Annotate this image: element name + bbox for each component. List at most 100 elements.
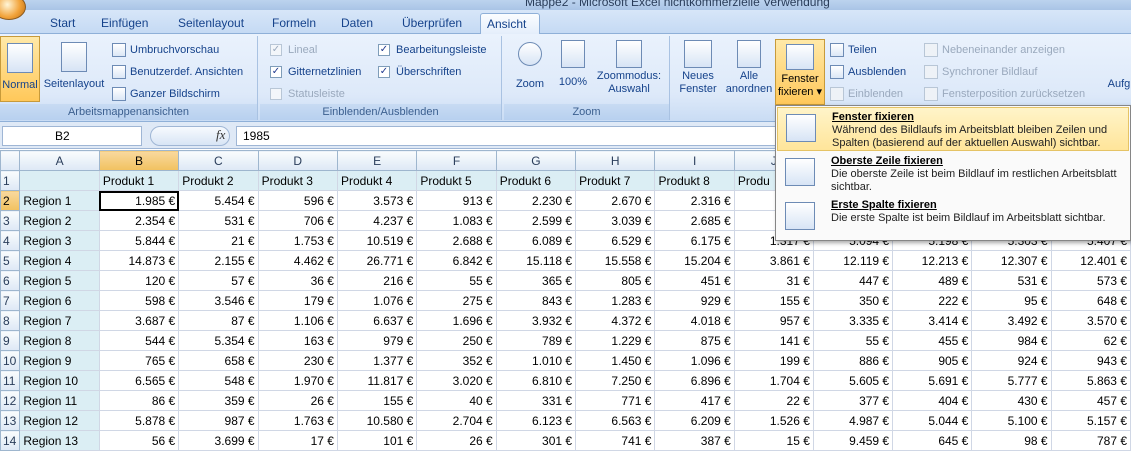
cell[interactable]: 26.771 € [336,250,418,271]
cell[interactable]: 230 € [257,350,338,371]
row-label-cell[interactable]: Region 8 [19,330,100,351]
gitternetzlinien-checkbox[interactable]: ✓ Gitternetzlinien [268,62,361,82]
einblenden-button[interactable]: Einblenden [828,84,903,104]
cell[interactable]: 1.229 € [575,330,656,351]
cell[interactable]: Produkt 4 [336,170,418,191]
cell[interactable]: 95 € [971,290,1052,311]
row-header[interactable]: 8 [0,310,21,331]
cell[interactable]: Produkt 3 [257,170,338,191]
tab-start[interactable]: Start [44,13,81,34]
column-header[interactable]: A [19,150,100,171]
tab-daten[interactable]: Daten [335,13,379,34]
aufgabenbereich-button[interactable]: Aufg [1104,78,1131,91]
cell[interactable]: Produkt 8 [654,170,735,191]
cell[interactable]: 1.763 € [257,410,338,431]
alle-anordnen-button[interactable]: Alle anordnen [724,40,774,102]
cell[interactable]: 648 € [1050,290,1131,311]
cell[interactable]: 924 € [971,350,1052,371]
cell[interactable]: 6.089 € [495,230,577,251]
cell[interactable]: 5.044 € [892,410,973,431]
ausblenden-button[interactable]: Ausblenden [828,62,906,82]
cell[interactable]: 3.687 € [98,310,180,331]
cell[interactable]: 741 € [575,430,656,451]
cell[interactable]: 387 € [654,430,735,451]
cell[interactable]: 531 € [971,270,1052,291]
cell[interactable]: 4.237 € [336,210,418,231]
cell[interactable]: 3.414 € [892,310,973,331]
cell[interactable]: 301 € [495,430,577,451]
row-header[interactable]: 12 [0,390,21,411]
cell[interactable]: Produkt 1 [98,170,180,191]
cell[interactable]: 417 € [654,390,735,411]
cell[interactable]: 11.817 € [336,370,418,391]
cell[interactable]: 3.335 € [812,310,894,331]
normal-view-button[interactable]: Normal [0,36,40,102]
cell[interactable]: 2.230 € [495,190,577,211]
cell[interactable]: 9.459 € [812,430,894,451]
cell[interactable]: 2.670 € [575,190,656,211]
column-header[interactable]: E [336,150,418,171]
cell[interactable]: 3.570 € [1050,310,1131,331]
column-header[interactable]: D [257,150,338,171]
cell[interactable]: 31 € [733,270,814,291]
cell[interactable]: 5.454 € [178,190,259,211]
cell[interactable]: 489 € [892,270,973,291]
zoom-button[interactable]: Zoom [508,40,552,102]
menu-item-oberste-zeile[interactable]: Oberste Zeile fixieren Die oberste Zeile… [777,152,1129,196]
cell[interactable]: 12.401 € [1050,250,1131,271]
cell[interactable]: 275 € [416,290,497,311]
cell[interactable]: 771 € [575,390,656,411]
cell[interactable]: 21 € [178,230,259,251]
cell[interactable]: 163 € [257,330,338,351]
cell[interactable]: 843 € [495,290,577,311]
column-header[interactable]: I [654,150,735,171]
row-header[interactable]: 9 [0,330,21,351]
row-header[interactable]: 2 [0,190,21,211]
cell[interactable]: 1.450 € [575,350,656,371]
cell[interactable]: 447 € [812,270,894,291]
cell[interactable]: 55 € [416,270,497,291]
cell[interactable]: 455 € [892,330,973,351]
row-label-cell[interactable]: Region 4 [19,250,100,271]
row-header[interactable]: 10 [0,350,21,371]
cell[interactable]: 10.580 € [336,410,418,431]
cell[interactable]: 5.605 € [812,370,894,391]
cell[interactable]: 979 € [336,330,418,351]
row-label-cell[interactable]: Region 1 [19,190,100,211]
row-header[interactable]: 11 [0,370,21,391]
cell[interactable]: 12.307 € [971,250,1052,271]
cell[interactable]: 1.083 € [416,210,497,231]
cell[interactable]: 6.175 € [654,230,735,251]
cell[interactable]: 929 € [654,290,735,311]
cell[interactable]: 1.096 € [654,350,735,371]
cell[interactable]: 789 € [495,330,577,351]
row-label-cell[interactable]: Region 11 [19,390,100,411]
cell[interactable]: 352 € [416,350,497,371]
cell[interactable]: 3.546 € [178,290,259,311]
cell[interactable]: 3.492 € [971,310,1052,331]
cell[interactable]: 14.873 € [98,250,180,271]
cell[interactable]: 365 € [495,270,577,291]
cell[interactable]: 57 € [178,270,259,291]
fenster-fixieren-button[interactable]: Fenster fixieren ▾ [775,39,825,105]
cell[interactable]: 3.039 € [575,210,656,231]
cell[interactable]: 15.204 € [654,250,735,271]
cell[interactable]: 1.377 € [336,350,418,371]
cell[interactable]: 22 € [733,390,814,411]
cell[interactable]: 875 € [654,330,735,351]
cell[interactable]: 40 € [416,390,497,411]
cell[interactable]: 5.100 € [971,410,1052,431]
lineal-checkbox[interactable]: ✓ Lineal [268,40,317,60]
cell[interactable]: 2.685 € [654,210,735,231]
cell[interactable]: 943 € [1050,350,1131,371]
cell[interactable]: 12.119 € [812,250,894,271]
cell[interactable]: 5.691 € [892,370,973,391]
cell[interactable]: 457 € [1050,390,1131,411]
cell[interactable]: 101 € [336,430,418,451]
cell[interactable]: 548 € [178,370,259,391]
cell[interactable]: 120 € [98,270,180,291]
column-header[interactable]: B [98,150,180,171]
cell[interactable]: 12.213 € [892,250,973,271]
cell[interactable]: Produkt 7 [575,170,656,191]
cell[interactable]: Produkt 2 [178,170,259,191]
